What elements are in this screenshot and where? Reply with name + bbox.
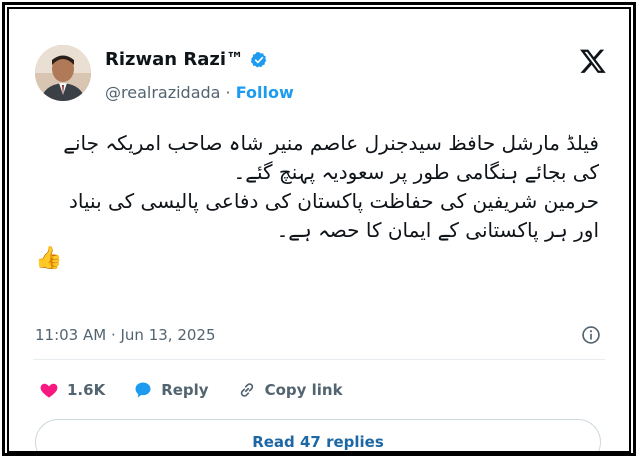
heart-icon bbox=[40, 383, 58, 398]
reply-label: Reply bbox=[161, 381, 209, 399]
like-button[interactable]: 1.6K bbox=[39, 380, 105, 400]
avatar[interactable] bbox=[35, 45, 91, 101]
handle-row: @realrazidada · Follow bbox=[105, 83, 294, 102]
tweet-header: Rizwan Razi™ @realrazidada · Follow bbox=[27, 39, 611, 109]
x-logo-icon[interactable] bbox=[579, 47, 607, 75]
verified-badge-icon bbox=[250, 51, 267, 67]
reply-bubble-icon bbox=[135, 382, 151, 398]
tweet-line-3: حرمین شریفین کی حفاظت پاکستان کی دفاعی پ… bbox=[69, 189, 599, 213]
copy-link-label: Copy link bbox=[264, 381, 343, 399]
link-icon bbox=[240, 383, 253, 397]
reply-button[interactable]: Reply bbox=[133, 380, 209, 400]
tweet-line-1: فیلڈ مارشل حافظ سیدجنرل عاصم منیر شاہ صا… bbox=[63, 131, 599, 155]
name-row: Rizwan Razi™ bbox=[105, 49, 268, 70]
divider bbox=[33, 359, 605, 360]
read-replies-label: Read 47 replies bbox=[252, 433, 384, 451]
handle-separator: · bbox=[220, 83, 236, 102]
read-replies-button[interactable]: Read 47 replies bbox=[35, 419, 601, 451]
info-icon[interactable] bbox=[581, 325, 601, 345]
tweet-card: Rizwan Razi™ @realrazidada · Follow فیلڈ… bbox=[7, 7, 631, 453]
copy-link-button[interactable]: Copy link bbox=[237, 380, 343, 400]
action-bar: 1.6K Reply Copy link bbox=[39, 380, 343, 400]
tweet-line-2: کی بجائے ہنگامی طور پر سعودیہ پہنچ گئے۔ bbox=[233, 160, 600, 184]
tweet-line-4: اور ہر پاکستانی کے ایمان کا حصہ ہے۔ bbox=[276, 218, 599, 242]
like-count: 1.6K bbox=[67, 381, 106, 399]
author-handle[interactable]: @realrazidada bbox=[105, 83, 220, 102]
author-name[interactable]: Rizwan Razi™ bbox=[105, 49, 244, 70]
meta-row: 11:03 AM · Jun 13, 2025 bbox=[35, 323, 601, 347]
follow-button[interactable]: Follow bbox=[236, 83, 294, 102]
avatar-image bbox=[35, 45, 91, 101]
thumbs-up-emoji-icon: 👍 bbox=[35, 246, 63, 271]
tweet-text: فیلڈ مارشل حافظ سیدجنرل عاصم منیر شاہ صا… bbox=[35, 129, 599, 273]
timestamp[interactable]: 11:03 AM · Jun 13, 2025 bbox=[35, 326, 216, 344]
